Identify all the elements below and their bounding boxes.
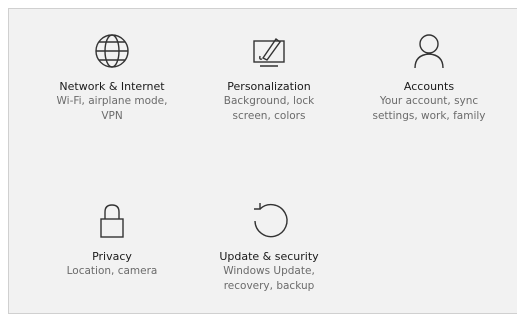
tile-description: settings, work, family [372, 110, 486, 122]
tile-description: recovery, backup [223, 280, 315, 292]
tile-description: screen, colors [232, 110, 306, 122]
refresh-icon [247, 199, 291, 243]
tile-description: Background, lock [223, 95, 315, 107]
tile-title: Privacy [92, 250, 132, 263]
tile-description: Your account, sync [379, 95, 479, 107]
tile-description: Windows Update, [223, 265, 315, 277]
privacy-tile[interactable]: Privacy Location, camera [27, 199, 197, 279]
personalization-tile[interactable]: Personalization Background, lock screen,… [184, 29, 354, 124]
globe-icon [90, 29, 134, 73]
tile-description: Location, camera [66, 265, 158, 277]
settings-grid: Network & Internet Wi-Fi, airplane mode,… [8, 8, 517, 314]
tile-description: VPN [101, 110, 123, 122]
lock-icon [90, 199, 134, 243]
tile-description: Wi-Fi, airplane mode, [56, 95, 168, 107]
update-security-tile[interactable]: Update & security Windows Update, recove… [184, 199, 354, 294]
tile-title: Personalization [227, 80, 311, 93]
accounts-tile[interactable]: Accounts Your account, sync settings, wo… [344, 29, 514, 124]
tile-title: Network & Internet [59, 80, 165, 93]
tile-title: Accounts [403, 80, 455, 93]
paint-brush-icon [247, 29, 291, 73]
person-icon [407, 29, 451, 73]
tile-title: Update & security [219, 250, 319, 263]
network-internet-tile[interactable]: Network & Internet Wi-Fi, airplane mode,… [27, 29, 197, 124]
